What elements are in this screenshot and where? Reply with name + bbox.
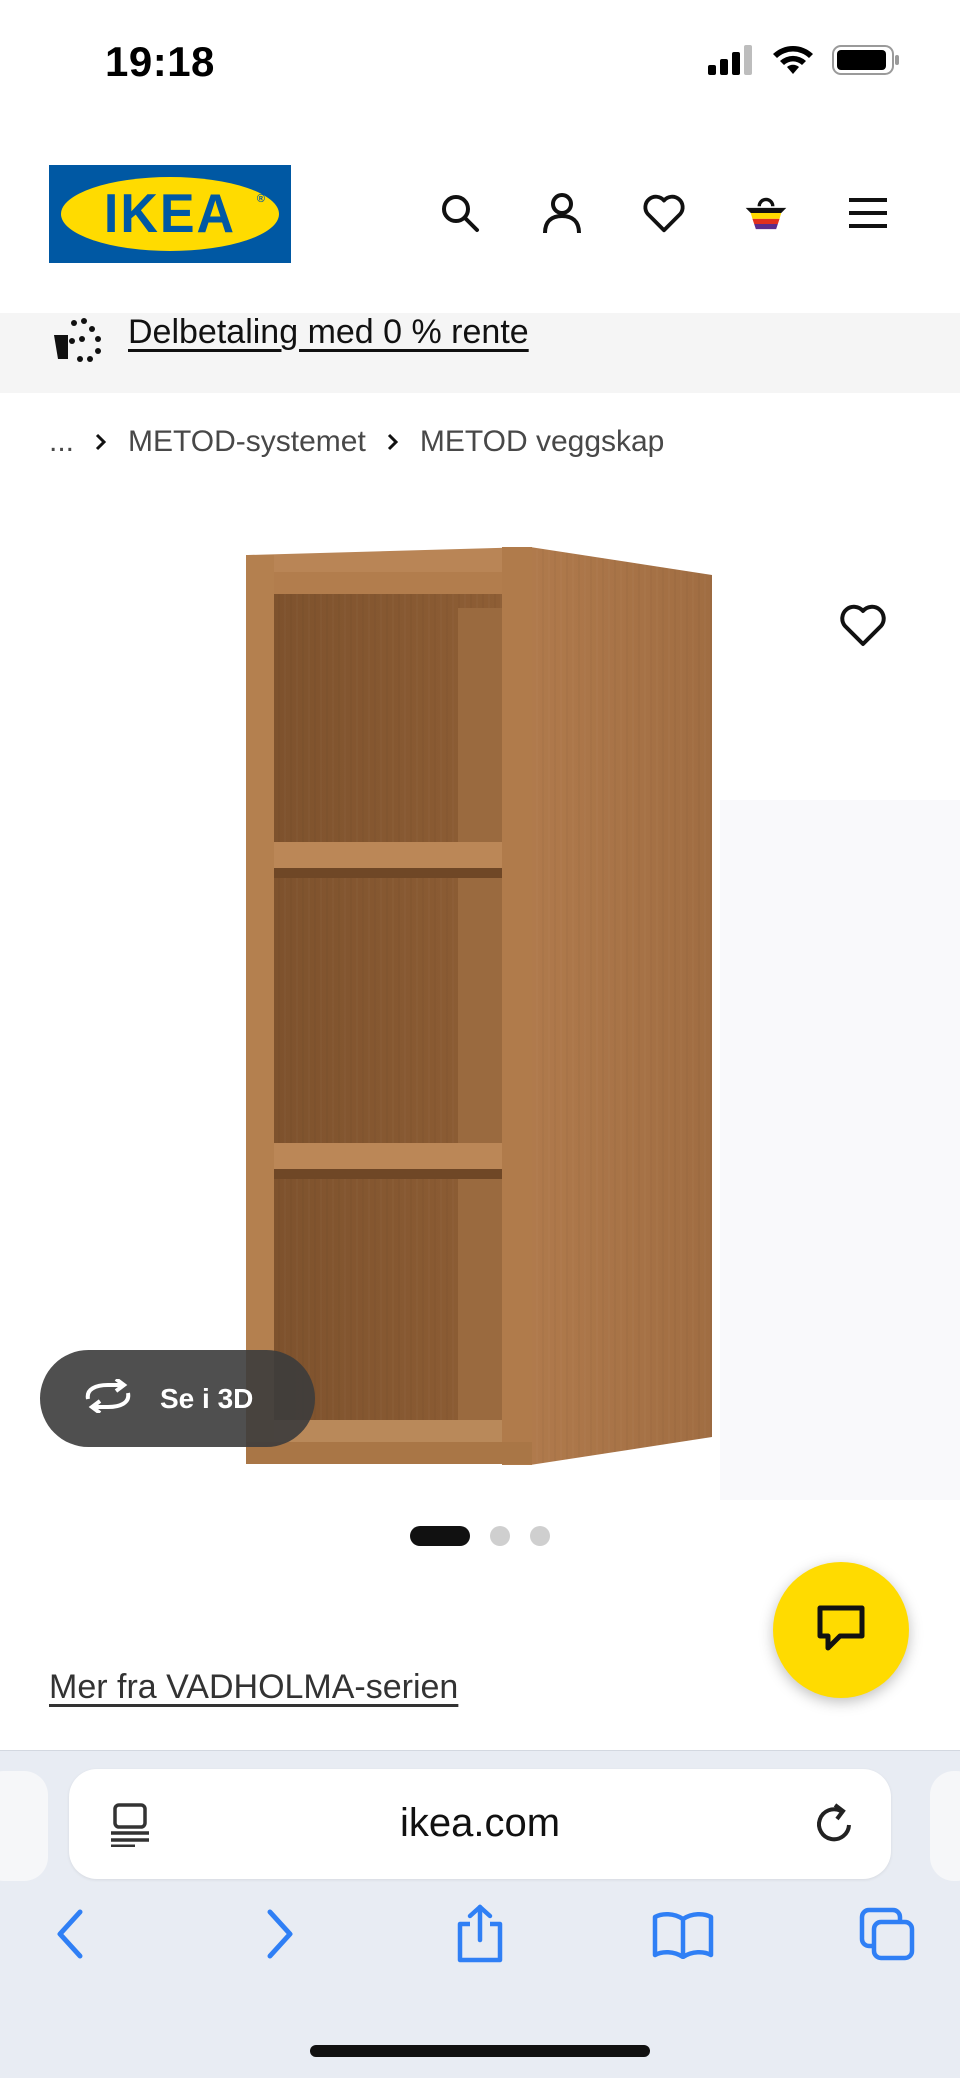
- back-icon[interactable]: [36, 1899, 106, 1969]
- next-tab-preview[interactable]: [930, 1771, 960, 1881]
- breadcrumb: ... METOD-systemet METOD veggskap: [49, 425, 664, 459]
- cellular-signal-icon: [708, 45, 754, 80]
- home-indicator: [310, 2045, 650, 2057]
- favorite-heart-icon[interactable]: [838, 602, 888, 652]
- battery-icon: [832, 44, 900, 81]
- installment-payment-icon: [52, 315, 104, 365]
- browser-toolbar: ikea.com: [0, 1750, 960, 2078]
- promo-banner: Delbetaling med 0 % rente: [0, 313, 960, 393]
- site-header: IKEA ®: [0, 125, 960, 313]
- address-bar[interactable]: ikea.com: [69, 1769, 891, 1879]
- share-icon[interactable]: [445, 1899, 515, 1969]
- account-icon[interactable]: [540, 191, 584, 235]
- carousel-dot-active[interactable]: [410, 1526, 470, 1546]
- bookmarks-icon[interactable]: [648, 1899, 718, 1969]
- rotate-3d-icon: [82, 1377, 134, 1418]
- forward-icon[interactable]: [244, 1899, 314, 1969]
- status-icons: [708, 44, 900, 81]
- status-time: 19:18: [105, 38, 215, 85]
- url-text: ikea.com: [399, 1801, 561, 1845]
- shopping-bag-icon[interactable]: [744, 191, 788, 235]
- heart-icon[interactable]: [642, 191, 686, 235]
- carousel-dot[interactable]: [490, 1526, 510, 1546]
- see-in-3d-label: Se i 3D: [160, 1382, 254, 1414]
- reload-icon[interactable]: [811, 1801, 857, 1847]
- registered-mark: ®: [256, 193, 265, 205]
- tabs-icon[interactable]: [852, 1899, 922, 1969]
- search-icon[interactable]: [438, 191, 482, 235]
- breadcrumb-ellipsis[interactable]: ...: [49, 425, 74, 459]
- ikea-logo[interactable]: IKEA ®: [49, 165, 291, 263]
- product-gallery[interactable]: Se i 3D: [0, 480, 960, 1546]
- wifi-icon: [772, 44, 814, 81]
- breadcrumb-metod-system[interactable]: METOD-systemet: [128, 425, 366, 459]
- logo-text: IKEA: [103, 183, 237, 245]
- previous-tab-preview[interactable]: [0, 1771, 48, 1881]
- chat-bubble-icon: [816, 1604, 866, 1657]
- browser-nav-row: [0, 1899, 960, 1989]
- carousel-dot[interactable]: [530, 1526, 550, 1546]
- installment-link[interactable]: Delbetaling med 0 % rente: [128, 313, 529, 352]
- chevron-right-icon: [386, 431, 400, 453]
- menu-icon[interactable]: [846, 191, 890, 235]
- status-bar: 19:18: [0, 0, 960, 125]
- carousel-indicator: [410, 1526, 550, 1546]
- chevron-right-icon: [94, 431, 108, 453]
- breadcrumb-current[interactable]: METOD veggskap: [420, 425, 665, 459]
- series-link[interactable]: Mer fra VADHOLMA-serien: [49, 1668, 458, 1707]
- see-in-3d-button[interactable]: Se i 3D: [40, 1350, 315, 1447]
- chat-button[interactable]: [773, 1562, 909, 1698]
- logo-oval: IKEA ®: [61, 177, 279, 251]
- header-actions: [438, 191, 890, 235]
